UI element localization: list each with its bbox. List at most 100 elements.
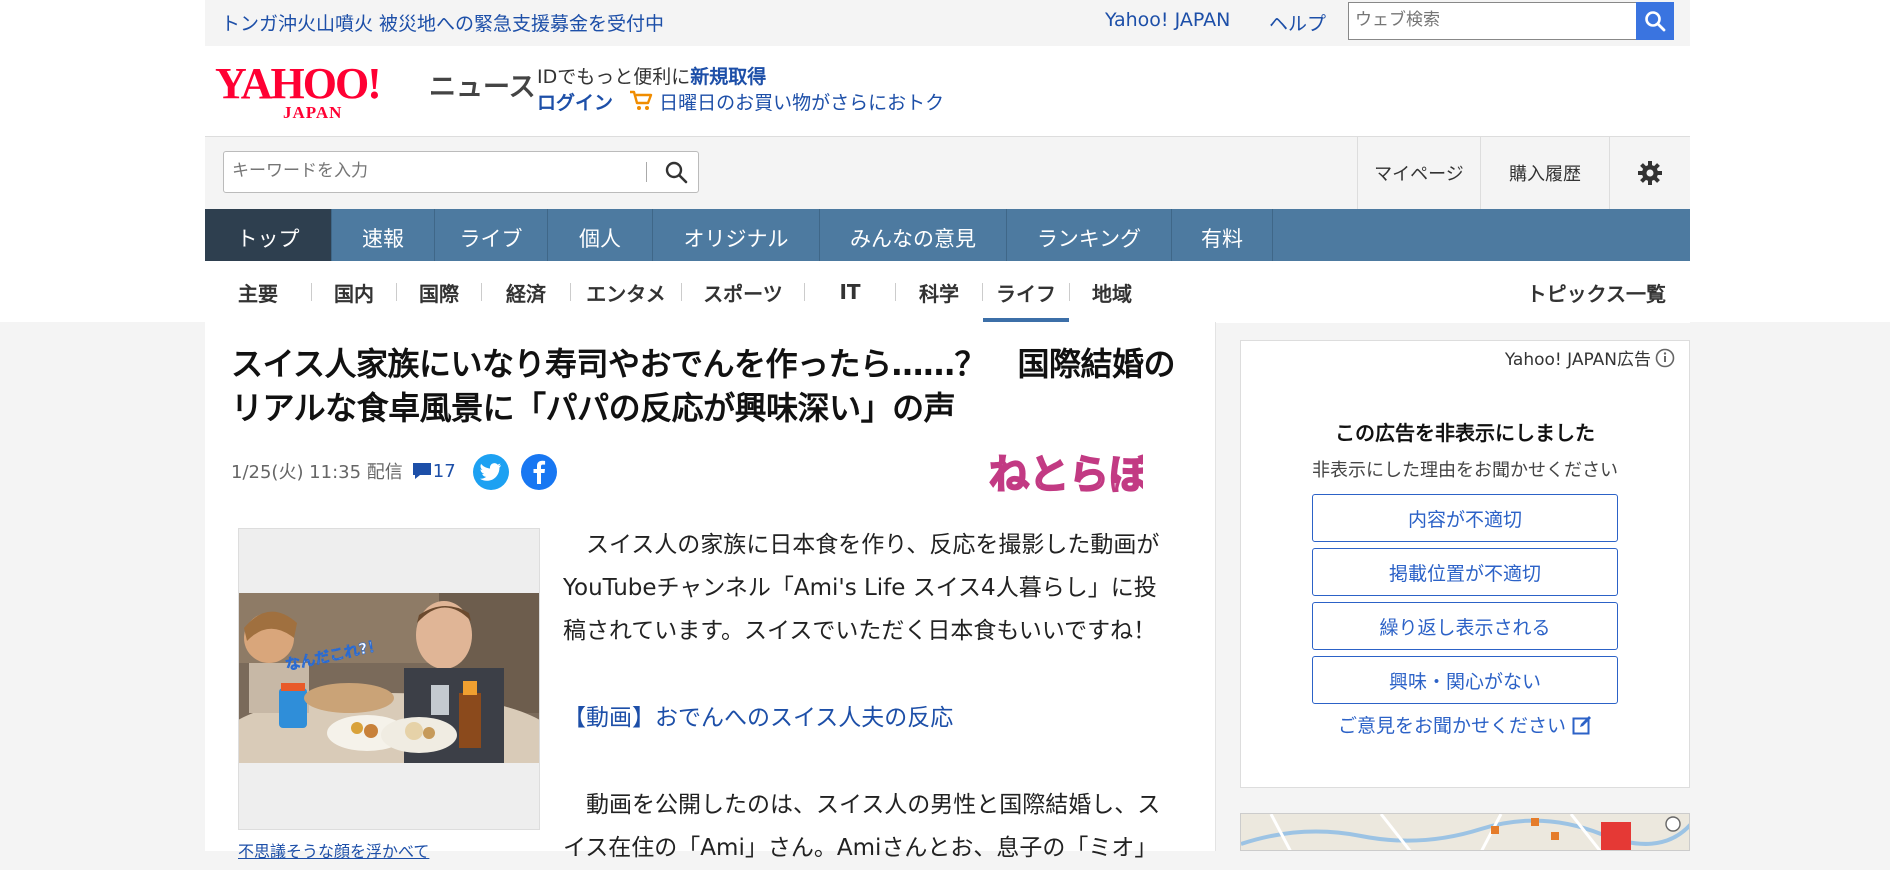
category-life[interactable]: ライフ [983,261,1069,323]
top-bar: トンガ沖火山噴火 被災地への緊急支援募金を受付中 Yahoo! JAPAN ヘル… [205,0,1690,46]
user-links: マイページ 購入履歴 [1357,137,1690,209]
category-economy[interactable]: 経済 [482,261,570,323]
category-items: 主要 国内 国際 経済 エンタメ スポーツ IT 科学 ライフ 地域 [205,261,1154,323]
ad-reason-placement-button[interactable]: 掲載位置が不適切 [1312,548,1618,596]
signup-link[interactable]: 新規取得 [690,66,766,88]
web-search-button[interactable] [1636,2,1674,40]
category-nav: 主要 国内 国際 経済 エンタメ スポーツ IT 科学 ライフ 地域 トピックス… [205,261,1690,323]
article-meta: 1/25(火) 11:35 配信 17 [231,458,456,484]
paragraph-2-line-2: イス在住の「Ami」さん。Amiさんとお、息子の「ミオ」 [563,835,1158,861]
ad-label[interactable]: Yahoo! JAPAN広告 [1505,345,1675,370]
page-header-wrapper: トンガ沖火山噴火 被災地への緊急支援募金を受付中 Yahoo! JAPAN ヘル… [205,0,1690,323]
facebook-icon [533,460,546,484]
svg-text:YAHOO!: YAHOO! [215,60,380,108]
ad-hidden-title: この広告を非表示にしました [1335,421,1595,445]
page-margin-left [0,0,205,322]
id-prompt-text: IDでもっと便利に [537,66,691,88]
nav-breaking[interactable]: 速報 [332,209,435,267]
site-header: YAHOO! JAPAN ニュース IDでもっと便利に新規取得 ログイン 日曜日… [205,46,1690,137]
keyword-search-box [223,151,699,193]
svg-text:JAPAN: JAPAN [283,103,342,122]
main-nav: トップ 速報 ライブ 個人 オリジナル みんなの意見 ランキング 有料 [205,209,1690,267]
category-science[interactable]: 科学 [896,261,982,323]
category-entertainment[interactable]: エンタメ [571,261,681,323]
ad-reason-inappropriate-button[interactable]: 内容が不適切 [1312,494,1618,542]
article-title: スイス人家族にいなり寿司やおでんを作ったら……？ 国際結婚の リアルな食卓風景に… [231,342,1191,430]
keyword-search-input[interactable] [224,152,640,190]
ad-box: Yahoo! JAPAN広告 この広告を非表示にしました 非表示にした理由をお聞… [1240,340,1690,788]
ad-reason-repeated-button[interactable]: 繰り返し表示される [1312,602,1618,650]
comment-count-link[interactable]: 17 [411,461,456,482]
paragraph-1-line-1: スイス人の家族に日本食を作り、反応を撮影した動画が [563,532,1160,558]
category-world[interactable]: 国際 [397,261,481,323]
news-site-name: ニュース [429,72,536,103]
nav-top[interactable]: トップ [205,209,332,267]
settings-button[interactable] [1609,137,1690,209]
category-main-label: 主要 [238,281,278,306]
image-caption-link[interactable]: 不思議そうな顔を浮かべて [238,838,429,862]
donation-notice-link[interactable]: トンガ沖火山噴火 被災地への緊急支援募金を受付中 [221,9,664,36]
purchase-history-link[interactable]: 購入履歴 [1480,137,1609,209]
comment-icon [412,463,431,479]
search-icon[interactable] [664,160,688,184]
category-domestic[interactable]: 国内 [312,261,396,323]
nav-individual[interactable]: 個人 [548,209,653,267]
login-link[interactable]: ログイン [537,92,613,114]
source-logo-text: ねとらぼ [989,452,1143,498]
video-link[interactable]: 【動画】おでんへのスイス人夫の反応 [563,697,1198,740]
category-local-label: 地域 [1092,281,1132,306]
paragraph-2-line-1: 動画を公開したのは、スイス人の男性と国際結婚し、ス [563,792,1161,818]
category-sports[interactable]: スポーツ [682,261,804,323]
nav-paid[interactable]: 有料 [1172,209,1273,267]
yahoo-news-logo[interactable]: YAHOO! JAPAN ニュース [213,59,536,122]
ad-reason-not-interested-button[interactable]: 興味・関心がない [1312,656,1618,704]
category-it[interactable]: IT [805,261,895,323]
login-line: ログイン 日曜日のお買い物がさらにおトク [537,88,944,115]
map-ad-preview[interactable] [1240,813,1690,851]
category-main[interactable]: 主要 [205,261,311,323]
paragraph-1-line-3: 稿されています。スイスでいただく日本食もいいですね！ [563,618,1157,644]
ad-hidden-subtitle: 非表示にした理由をお聞かせください [1312,460,1618,481]
search-icon [1645,11,1666,32]
category-entertainment-label: エンタメ [586,281,666,306]
article-title-line2: リアルな食卓風景に「パパの反応が興味深い」の声 [231,389,956,427]
category-economy-label: 経済 [506,281,546,306]
shopping-promo-link[interactable]: 日曜日のお買い物がさらにおトク [659,92,944,114]
ad-feedback-link[interactable]: ご意見をお聞かせください [1241,711,1689,738]
nav-original[interactable]: オリジナル [653,209,820,267]
article-title-line1: スイス人家族にいなり寿司やおでんを作ったら……？ 国際結婚の [231,345,1176,383]
article: スイス人家族にいなり寿司やおでんを作ったら……？ 国際結婚の リアルな食卓風景に… [205,322,1216,861]
nlab-logo[interactable]: ねとらぼ [983,440,1150,510]
yahoo-japan-link[interactable]: Yahoo! JAPAN [1105,9,1230,31]
nav-live[interactable]: ライブ [435,209,548,267]
help-link[interactable]: ヘルプ [1269,9,1326,36]
nav-ranking[interactable]: ランキング [1007,209,1172,267]
category-local[interactable]: 地域 [1070,261,1154,323]
info-icon [1655,348,1675,367]
article-image-frame[interactable]: なんだこれ?！ [238,528,540,830]
topics-list-link[interactable]: トピックス一覧 [1527,278,1666,307]
edit-icon [1572,715,1591,734]
category-it-label: IT [839,280,861,304]
category-world-label: 国際 [419,281,459,306]
facebook-share-button[interactable] [521,454,557,490]
nav-opinions[interactable]: みんなの意見 [820,209,1007,267]
category-science-label: 科学 [919,281,959,306]
category-domestic-label: 国内 [334,281,374,306]
search-row: マイページ 購入履歴 トップ 速報 ライブ 個人 オリジナル みんなの意見 ラン… [205,137,1690,267]
gear-icon [1638,161,1662,185]
id-prompt: IDでもっと便利に新規取得 [537,62,766,89]
publish-date: 1/25(火) 11:35 配信 [231,462,403,483]
page-margin-right [1690,0,1890,322]
ad-label-text: Yahoo! JAPAN広告 [1504,350,1651,370]
twitter-icon [480,463,501,481]
category-life-label: ライフ [996,281,1056,306]
mypage-link[interactable]: マイページ [1357,137,1480,209]
web-search-input[interactable] [1349,3,1636,37]
cart-icon [629,90,653,114]
web-search-box [1348,2,1638,40]
paragraph-1-line-2: YouTubeチャンネル「Ami's Life スイス4人暮らし」に投 [563,575,1157,601]
twitter-share-button[interactable] [473,454,509,490]
article-photo[interactable]: なんだこれ?！ [239,593,539,763]
search-divider [646,162,647,182]
